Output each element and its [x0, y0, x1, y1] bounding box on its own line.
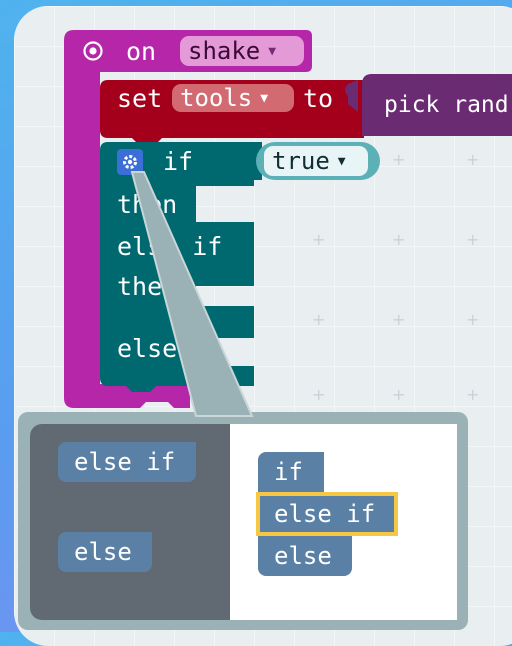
stack-else-if-label: else if: [274, 500, 376, 528]
stack-else-block[interactable]: else: [258, 536, 352, 576]
palette-else-block[interactable]: else: [58, 532, 152, 572]
palette-else-if-block[interactable]: else if: [58, 442, 196, 482]
stack-else-if-block[interactable]: else if: [256, 492, 398, 536]
palette-else-label: else: [74, 538, 132, 566]
stack-if-block[interactable]: if: [258, 452, 324, 492]
stack-else-label: else: [274, 542, 332, 570]
stack-if-label: if: [274, 458, 303, 486]
palette-else-if-label: else if: [74, 448, 176, 476]
